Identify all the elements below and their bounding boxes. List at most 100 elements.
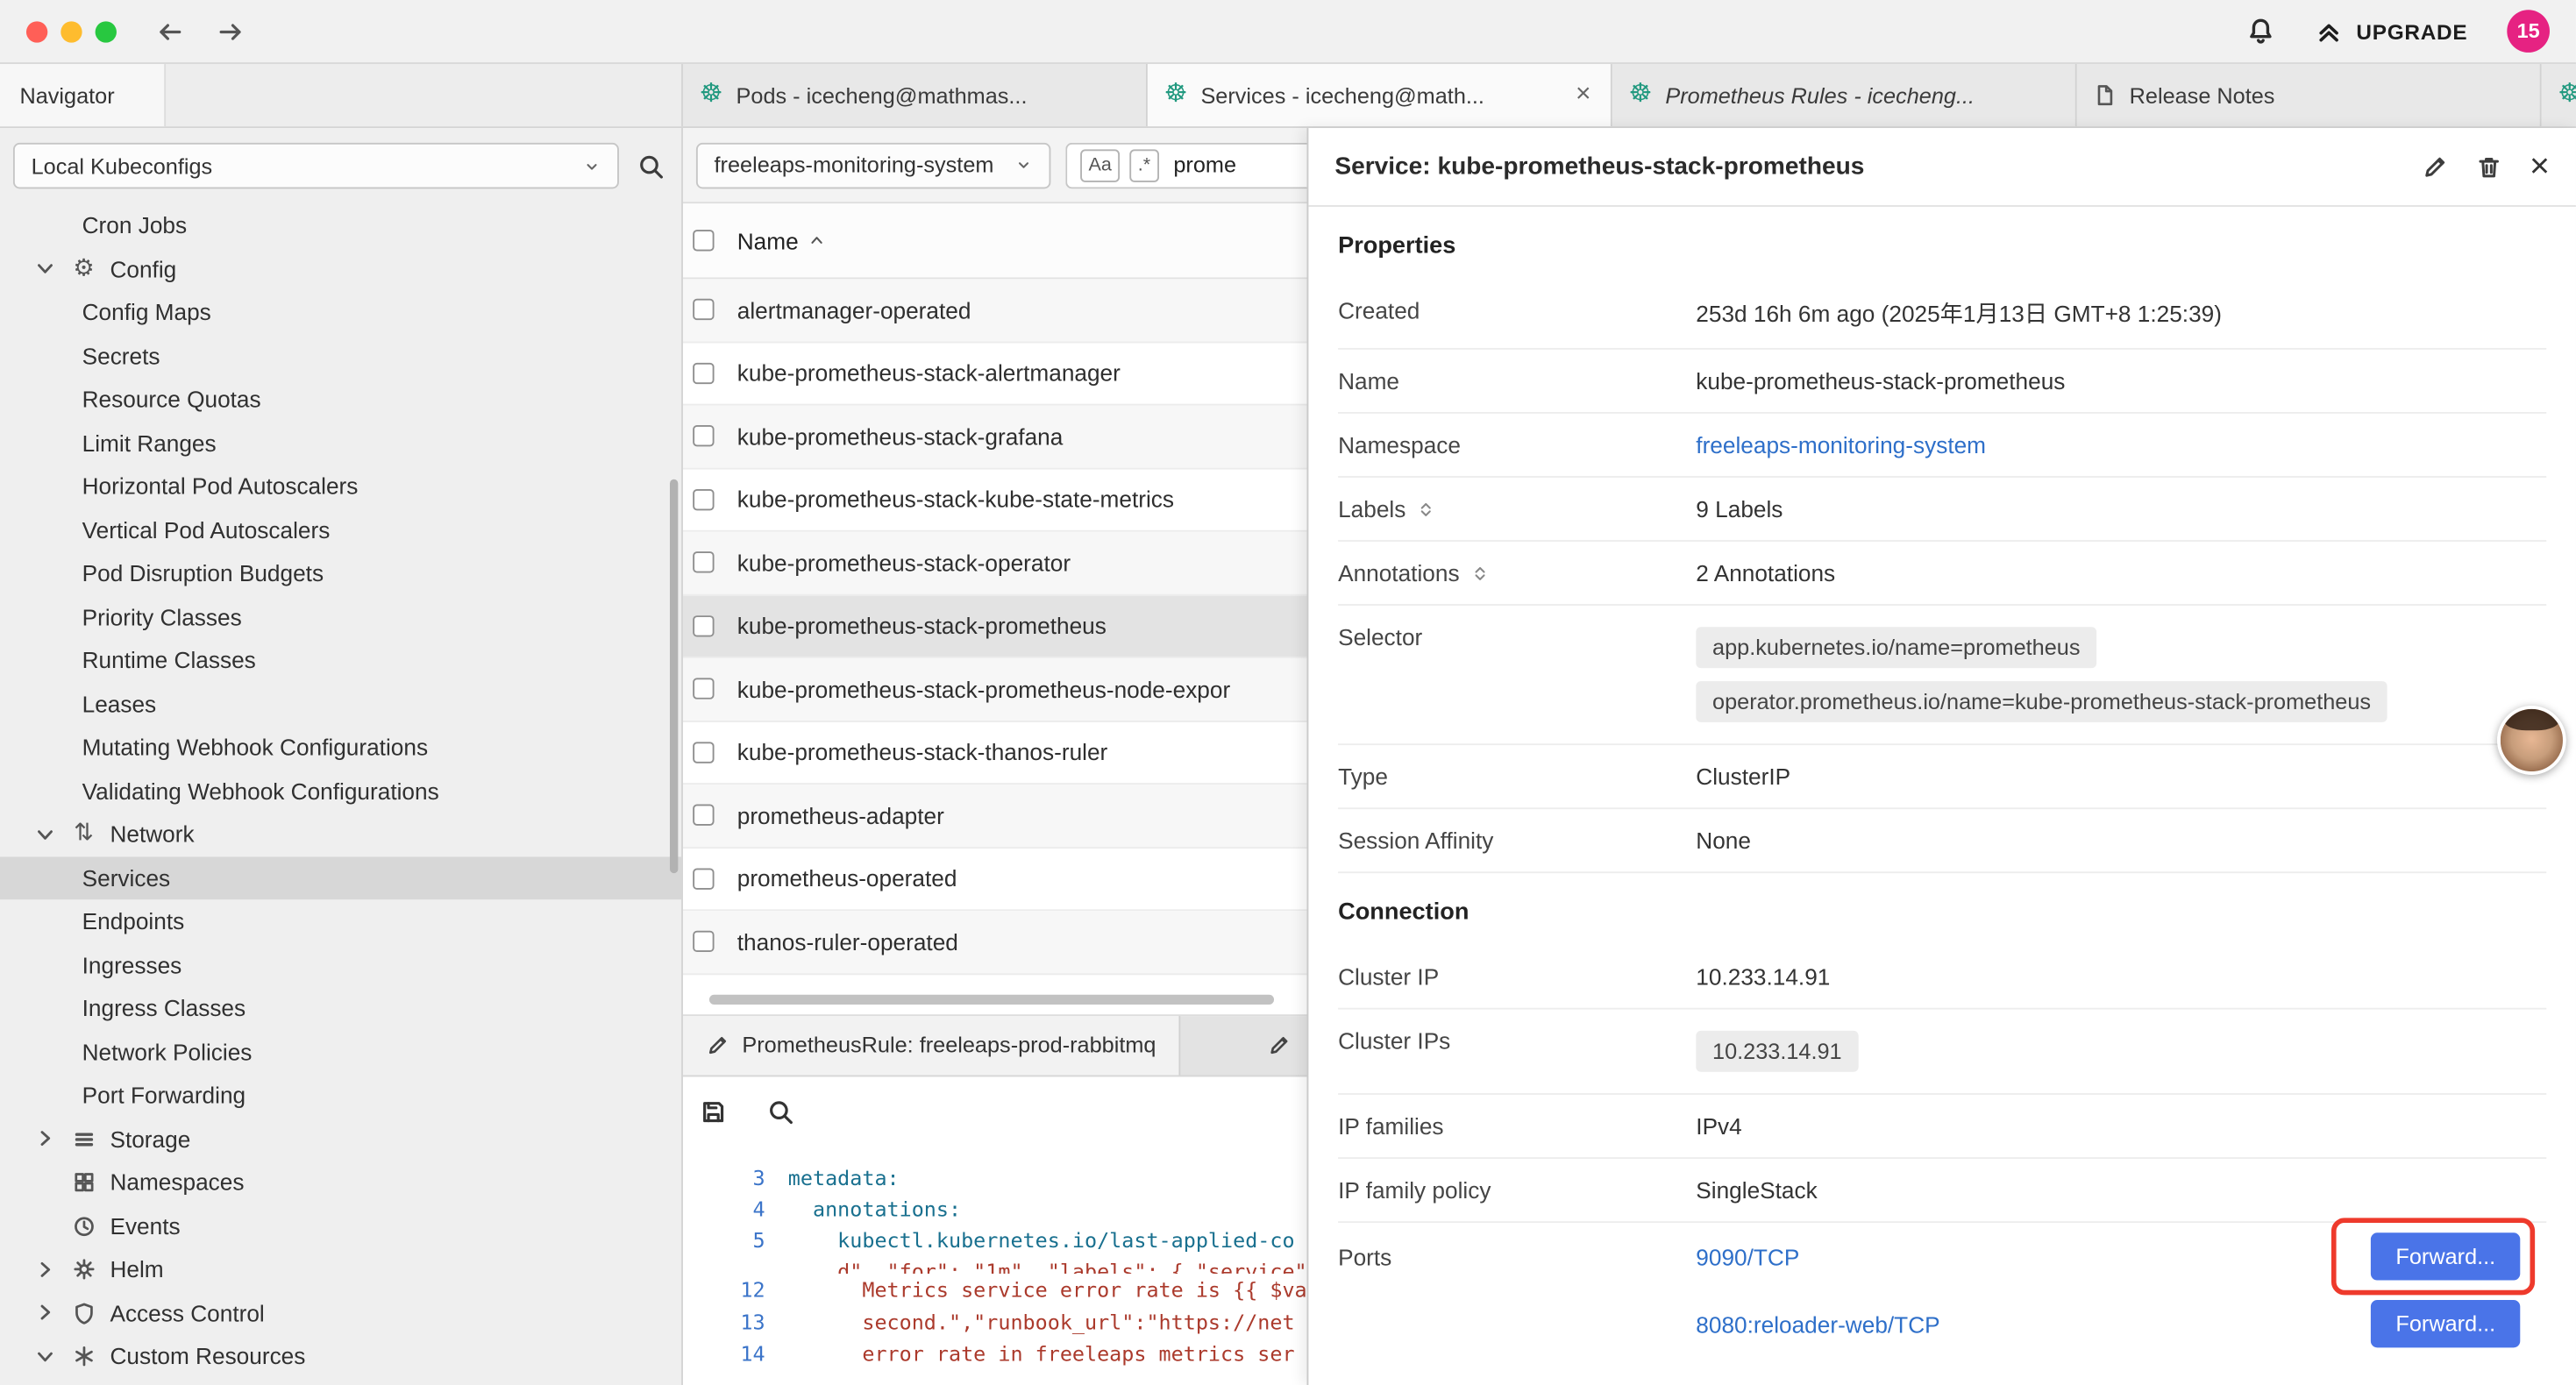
row-checkbox[interactable] (693, 615, 714, 636)
sidebar-item-config-maps[interactable]: Config Maps (0, 290, 681, 334)
sidebar-item-namespaces[interactable]: Namespaces (0, 1161, 681, 1204)
minimize-window-button[interactable] (60, 20, 82, 41)
sidebar-item-network-policies[interactable]: Network Policies (0, 1030, 681, 1074)
sidebar-item-ingresses[interactable]: Ingresses (0, 943, 681, 987)
trash-icon[interactable] (2475, 153, 2501, 180)
sidebar-item-endpoints[interactable]: Endpoints (0, 899, 681, 943)
search-icon[interactable] (766, 1098, 794, 1126)
sidebar-item-definitions[interactable]: Definitions (0, 1378, 681, 1385)
table-row[interactable]: kube-prometheus-stack-alertmanager (683, 342, 1307, 405)
table-row[interactable]: kube-prometheus-stack-prometheus-node-ex… (683, 658, 1307, 721)
kubeconfig-select[interactable]: Local Kubeconfigs (13, 143, 619, 188)
sidebar-item-custom-resources[interactable]: Custom Resources (0, 1334, 681, 1378)
name-column-header[interactable]: Name (737, 227, 827, 253)
sidebar-item-limit-ranges[interactable]: Limit Ranges (0, 421, 681, 465)
chevron-down-icon[interactable] (32, 822, 57, 847)
table-row[interactable]: prometheus-adapter (683, 785, 1307, 848)
port-link[interactable]: 8080:reloader-web/TCP (1696, 1310, 1939, 1337)
row-checkbox[interactable] (693, 678, 714, 700)
row-checkbox[interactable] (693, 299, 714, 320)
close-icon[interactable]: × (2530, 149, 2550, 183)
sidebar-item-vertical-pod-autoscalers[interactable]: Vertical Pod Autoscalers (0, 508, 681, 552)
tab-argo-s[interactable]: ☸Argo S (2542, 64, 2576, 126)
maximize-window-button[interactable] (96, 20, 117, 41)
sidebar-item-events[interactable]: Events (0, 1204, 681, 1247)
table-row[interactable]: kube-prometheus-stack-prometheus (683, 595, 1307, 658)
navigator-panel-tab[interactable]: Navigator (0, 64, 166, 126)
table-row[interactable]: alertmanager-operated (683, 279, 1307, 342)
chevron-down-icon[interactable] (32, 1344, 57, 1368)
upgrade-button[interactable]: UPGRADE (2316, 18, 2468, 46)
table-row[interactable]: kube-prometheus-stack-operator (683, 532, 1307, 595)
chevron-right-icon[interactable] (32, 1126, 57, 1151)
sidebar-item-port-forwarding[interactable]: Port Forwarding (0, 1074, 681, 1118)
row-checkbox[interactable] (693, 805, 714, 826)
forward-button[interactable]: Forward... (2371, 1232, 2520, 1280)
sidebar-item-helm[interactable]: Helm (0, 1247, 681, 1291)
row-checkbox[interactable] (693, 362, 714, 383)
sidebar-item-access-control[interactable]: Access Control (0, 1291, 681, 1335)
bell-icon[interactable] (2246, 17, 2276, 46)
sidebar-item-storage[interactable]: Storage (0, 1117, 681, 1161)
notification-count-badge[interactable]: 15 (2507, 10, 2550, 53)
sidebar-item-cron-jobs[interactable]: Cron Jobs (0, 203, 681, 247)
tab-prometheus-rules-icecheng[interactable]: ☸Prometheus Rules - icecheng... (1612, 64, 2077, 126)
sidebar-item-pod-disruption-budgets[interactable]: Pod Disruption Budgets (0, 551, 681, 595)
namespace-link[interactable]: freeleaps-monitoring-system (1696, 431, 1986, 458)
service-name: kube-prometheus-stack-operator (737, 550, 1071, 576)
table-row[interactable]: kube-prometheus-stack-thanos-ruler (683, 721, 1307, 785)
save-icon[interactable] (700, 1098, 728, 1126)
sidebar-item-ingress-classes[interactable]: Ingress Classes (0, 986, 681, 1030)
table-row[interactable]: thanos-ruler-operated (683, 911, 1307, 974)
sidebar-item-config[interactable]: ⚙Config (0, 247, 681, 291)
namespace-select[interactable]: freeleaps-monitoring-system (696, 142, 1050, 188)
tab-services-icecheng-math[interactable]: ☸Services - icecheng@math...× (1148, 64, 1612, 126)
sidebar-scrollbar[interactable] (670, 479, 678, 873)
close-tab-icon[interactable]: × (1572, 81, 1594, 110)
row-checkbox[interactable] (693, 742, 714, 763)
table-row[interactable]: kube-prometheus-stack-grafana (683, 406, 1307, 469)
match-case-toggle[interactable]: Aa (1080, 148, 1120, 181)
forward-arrow-icon[interactable] (217, 18, 245, 46)
sidebar-item-secrets[interactable]: Secrets (0, 334, 681, 378)
search-input[interactable]: Aa .* prome (1065, 142, 1306, 188)
search-icon[interactable] (637, 152, 665, 180)
sidebar-item-leases[interactable]: Leases (0, 682, 681, 726)
stack-icon (69, 1126, 99, 1150)
expand-icon[interactable] (1417, 500, 1435, 518)
property-label-text: Created (1338, 297, 1420, 323)
sidebar-item-resource-quotas[interactable]: Resource Quotas (0, 378, 681, 422)
dock-tab-partial[interactable] (1251, 1015, 1307, 1074)
chevron-down-icon[interactable] (32, 257, 57, 281)
sidebar-item-horizontal-pod-autoscalers[interactable]: Horizontal Pod Autoscalers (0, 465, 681, 508)
expand-icon[interactable] (1471, 564, 1490, 582)
horizontal-scrollbar-thumb[interactable] (709, 994, 1274, 1004)
row-checkbox[interactable] (693, 489, 714, 510)
sidebar-item-network[interactable]: ⇅Network (0, 813, 681, 856)
table-row[interactable]: kube-prometheus-stack-kube-state-metrics (683, 469, 1307, 532)
edit-icon[interactable] (2421, 153, 2447, 180)
sidebar-item-priority-classes[interactable]: Priority Classes (0, 595, 681, 639)
regex-toggle[interactable]: .* (1129, 148, 1158, 181)
row-checkbox[interactable] (693, 425, 714, 446)
row-checkbox[interactable] (693, 868, 714, 889)
sidebar-item-mutating-webhook-configurations[interactable]: Mutating Webhook Configurations (0, 726, 681, 770)
forward-button[interactable]: Forward... (2371, 1300, 2520, 1347)
sidebar-item-services[interactable]: Services (0, 856, 681, 900)
sidebar-item-validating-webhook-configurations[interactable]: Validating Webhook Configurations (0, 769, 681, 813)
table-row[interactable]: prometheus-operated (683, 848, 1307, 911)
back-arrow-icon[interactable] (156, 18, 184, 46)
row-checkbox[interactable] (693, 931, 714, 952)
user-avatar[interactable] (2497, 706, 2566, 775)
chevron-right-icon[interactable] (32, 1257, 57, 1282)
yaml-editor[interactable]: 3metadata:4 annotations:5 kubectl.kubern… (683, 1148, 1307, 1385)
dock-tab-prometheusrule[interactable]: PrometheusRule: freeleaps-prod-rabbitmq (683, 1015, 1181, 1074)
select-all-checkbox[interactable] (693, 230, 714, 251)
close-window-button[interactable] (26, 20, 47, 41)
port-link[interactable]: 9090/TCP (1696, 1243, 1799, 1269)
chevron-right-icon[interactable] (32, 1300, 57, 1325)
row-checkbox[interactable] (693, 552, 714, 573)
sidebar-item-runtime-classes[interactable]: Runtime Classes (0, 638, 681, 682)
tab-release-notes[interactable]: Release Notes (2077, 64, 2542, 126)
tab-pods-icecheng-mathmas[interactable]: ☸Pods - icecheng@mathmas... (683, 64, 1148, 126)
